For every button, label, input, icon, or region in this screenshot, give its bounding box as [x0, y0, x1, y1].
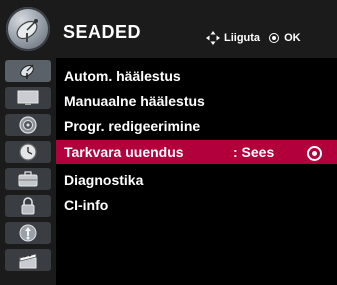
category-satellite-dish[interactable]	[5, 60, 51, 82]
menu-item-program-edit[interactable]: Progr. redigeerimine	[56, 114, 337, 138]
menu-item-value: : Sees	[233, 144, 275, 160]
ok-button-icon	[269, 33, 280, 43]
menu-item-label: CI-info	[64, 197, 109, 213]
category-sidebar	[0, 58, 55, 285]
tv-screen-icon	[17, 90, 39, 105]
settings-menu: SEADED Liiguta OK Autom. häälestus Manua…	[0, 0, 337, 285]
key-hints: Liiguta OK	[205, 30, 301, 46]
settings-list: Autom. häälestus Manuaalne häälestus Pro…	[56, 58, 337, 285]
media-icon	[19, 224, 37, 242]
category-option[interactable]	[5, 168, 51, 190]
menu-item-diagnostics[interactable]: Diagnostika	[56, 168, 337, 192]
menu-item-ci-info[interactable]: CI-info	[56, 193, 337, 217]
clapperboard-icon	[19, 253, 37, 269]
menu-title: SEADED	[63, 22, 142, 42]
category-usb[interactable]	[5, 222, 51, 244]
navigate-hint-label: Liiguta	[224, 32, 261, 44]
navigate-arrows-icon	[206, 31, 220, 45]
clock-icon	[19, 143, 37, 161]
menu-item-label: Diagnostika	[64, 172, 144, 188]
satellite-dish-icon	[20, 64, 34, 79]
selected-indicator-icon	[307, 146, 322, 161]
category-time[interactable]	[5, 141, 51, 163]
speaker-icon	[19, 116, 37, 134]
category-picture[interactable]	[5, 87, 51, 109]
toolbox-icon	[18, 171, 38, 187]
menu-item-label: Manuaalne häälestus	[64, 93, 205, 109]
menu-item-auto-tuning[interactable]: Autom. häälestus	[56, 64, 337, 88]
category-movie[interactable]	[5, 249, 51, 271]
ok-hint-label: OK	[284, 32, 301, 44]
menu-item-label: Autom. häälestus	[64, 68, 181, 84]
menu-item-label: Tarkvara uuendus	[64, 144, 184, 160]
lock-icon	[21, 197, 35, 215]
satellite-dish-icon	[6, 7, 50, 51]
menu-item-software-update[interactable]: Tarkvara uuendus : Sees	[56, 140, 337, 164]
menu-item-manual-tuning[interactable]: Manuaalne häälestus	[56, 89, 337, 113]
category-audio[interactable]	[5, 114, 51, 136]
menu-item-label: Progr. redigeerimine	[64, 118, 201, 134]
category-lock[interactable]	[5, 195, 51, 217]
